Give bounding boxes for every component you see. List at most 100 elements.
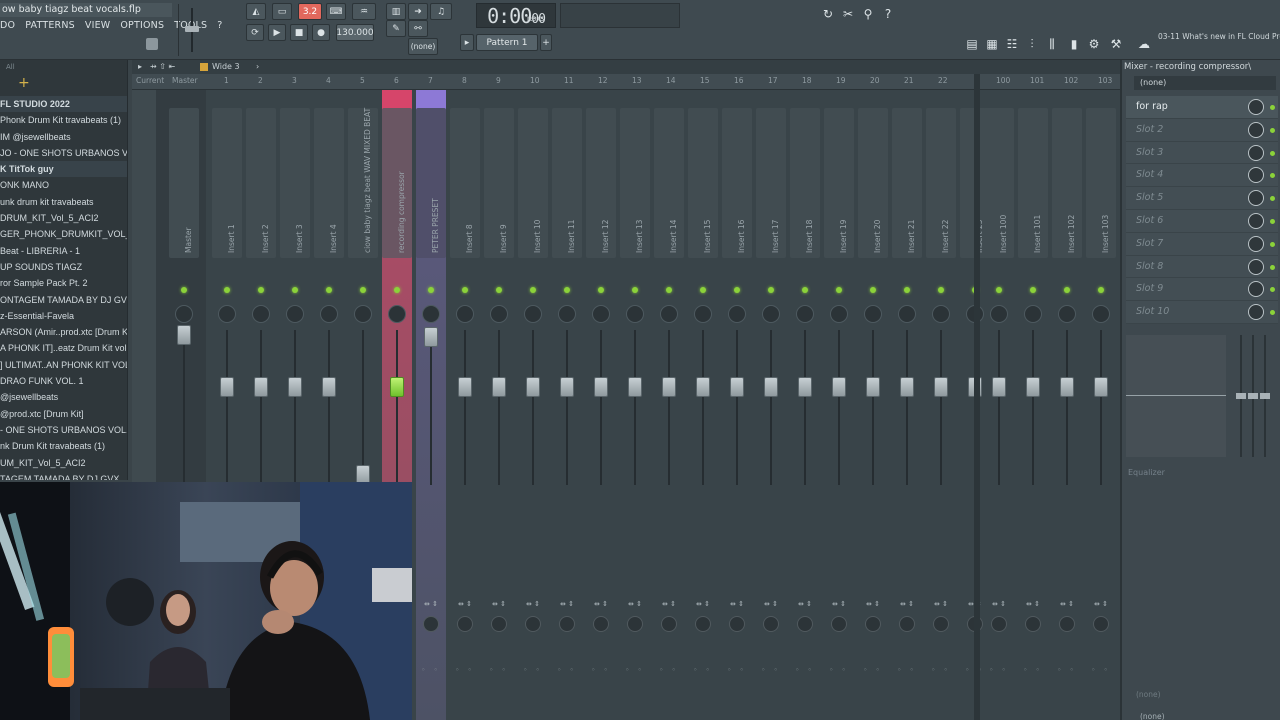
strip-volume-fader[interactable]	[322, 377, 336, 397]
browser-item[interactable]: Phonk Drum Kit travabeats (1)	[0, 112, 127, 128]
browser-item[interactable]: @jsewellbeats	[0, 389, 127, 405]
arrow-right-icon[interactable]: ➜	[408, 3, 428, 20]
menu-options[interactable]: OPTIONS	[120, 18, 164, 33]
ruler-number[interactable]: 1	[224, 76, 229, 85]
browser-item[interactable]: - ONE SHOTS URBANOS VOL. 2	[0, 422, 127, 438]
pencil-icon[interactable]: ✎	[386, 20, 406, 37]
strip-pan-knob[interactable]	[1058, 305, 1076, 323]
ruler-number[interactable]: 16	[734, 76, 744, 85]
strip-mute-led[interactable]	[768, 287, 774, 293]
plugin-icon[interactable]: ⚙	[1084, 34, 1104, 54]
strip-send-knob[interactable]	[627, 616, 643, 632]
strip-stereo-icon[interactable]: ⇹ ⇕	[1054, 600, 1080, 610]
strip-mute-led[interactable]	[996, 287, 1002, 293]
strip-mute-led[interactable]	[360, 287, 366, 293]
strip-stereo-icon[interactable]: ⇹ ⇕	[690, 600, 716, 610]
fx-slot[interactable]: Slot 8	[1126, 255, 1278, 279]
strip-send-knob[interactable]	[1093, 616, 1109, 632]
typing-keyboard-icon[interactable]: ⌨	[326, 3, 346, 20]
fx-slot[interactable]: Slot 6	[1126, 209, 1278, 233]
channel-rack-icon[interactable]: ☷	[1002, 34, 1022, 54]
strip-volume-fader[interactable]	[288, 377, 302, 397]
ruler-number[interactable]: 9	[496, 76, 501, 85]
strip-volume-fader[interactable]	[1060, 377, 1074, 397]
mixer-strip[interactable]: Insert 20 ⇹ ⇕ ◦ ◦	[858, 90, 888, 720]
strip-send-knob[interactable]	[559, 616, 575, 632]
strip-name-box[interactable]: Insert 103	[1086, 108, 1116, 258]
ruler-number[interactable]: 17	[768, 76, 778, 85]
strip-mute-led[interactable]	[1098, 287, 1104, 293]
fx-slot[interactable]: Slot 10	[1126, 301, 1278, 324]
strip-pan-knob[interactable]	[626, 305, 644, 323]
menu-file[interactable]: DO	[0, 18, 15, 33]
browser-item[interactable]: @prod.xtc [Drum Kit]	[0, 406, 127, 422]
mixer-strip[interactable]: Insert 9 ⇹ ⇕ ◦ ◦	[484, 90, 514, 720]
strip-pan-knob[interactable]	[286, 305, 304, 323]
mixer-strip[interactable]: Insert 19 ⇹ ⇕ ◦ ◦	[824, 90, 854, 720]
strip-mute-led[interactable]	[326, 287, 332, 293]
mixer-strip[interactable]: Insert 17 ⇹ ⇕ ◦ ◦	[756, 90, 786, 720]
ruler-number[interactable]: 102	[1064, 76, 1078, 85]
mixer-strip[interactable]: Insert 18 ⇹ ⇕ ◦ ◦	[790, 90, 820, 720]
strip-stereo-icon[interactable]: ⇹ ⇕	[588, 600, 614, 610]
strip-name-box[interactable]: Insert 12	[586, 108, 616, 258]
strip-mute-led[interactable]	[870, 287, 876, 293]
fx-slot-enable-led[interactable]	[1270, 105, 1275, 110]
fx-slot-enable-led[interactable]	[1270, 150, 1275, 156]
strip-stereo-icon[interactable]: ⇹ ⇕	[520, 600, 546, 610]
ruler-number[interactable]: 100	[996, 76, 1010, 85]
strip-name-box[interactable]: Master	[169, 108, 199, 258]
strip-pan-knob[interactable]	[1092, 305, 1110, 323]
record-button[interactable]: ●	[312, 24, 330, 41]
link-icon[interactable]: ⚯	[408, 20, 428, 37]
strip-send-knob[interactable]	[1059, 616, 1075, 632]
strip-pan-knob[interactable]	[864, 305, 882, 323]
mixer-color-swatch[interactable]	[200, 63, 208, 71]
ruler-number[interactable]: 21	[904, 76, 914, 85]
strip-mute-led[interactable]	[1064, 287, 1070, 293]
strip-pan-knob[interactable]	[932, 305, 950, 323]
browser-item[interactable]: FL STUDIO 2022	[0, 96, 127, 113]
browser-item[interactable]: ARSON (Amir..prod.xtc [Drum Kit]	[0, 324, 127, 340]
strip-send-knob[interactable]	[797, 616, 813, 632]
strip-stereo-icon[interactable]: ⇹ ⇕	[554, 600, 580, 610]
browser-item[interactable]: Beat - LIBRERIA - 1	[0, 243, 127, 259]
strip-send-knob[interactable]	[991, 616, 1007, 632]
strip-pan-knob[interactable]	[660, 305, 678, 323]
mixer-strip[interactable]: Insert 12 ⇹ ⇕ ◦ ◦	[586, 90, 616, 720]
strip-mute-led[interactable]	[181, 287, 187, 293]
strip-route-dots[interactable]: ◦ ◦	[725, 666, 749, 674]
strip-stereo-icon[interactable]: ⇹ ⇕	[928, 600, 954, 610]
strip-volume-fader[interactable]	[662, 377, 676, 397]
strip-mute-led[interactable]	[836, 287, 842, 293]
strip-volume-fader[interactable]	[1094, 377, 1108, 397]
ruler-number[interactable]: 2	[258, 76, 263, 85]
browser-item[interactable]: K TitTok guy	[0, 161, 127, 178]
strip-route-dots[interactable]: ◦ ◦	[419, 666, 443, 674]
strip-volume-fader[interactable]	[594, 377, 608, 397]
strip-stereo-icon[interactable]: ⇹ ⇕	[986, 600, 1012, 610]
strip-pan-knob[interactable]	[830, 305, 848, 323]
strip-route-dots[interactable]: ◦ ◦	[453, 666, 477, 674]
strip-stereo-icon[interactable]: ⇹ ⇕	[860, 600, 886, 610]
piano-icon[interactable]: ▥	[386, 3, 406, 20]
mixer-tools-icons[interactable]: ⇸ ⇧ ⇤	[150, 60, 175, 74]
strip-mute-led[interactable]	[258, 287, 264, 293]
fx-slot-mix-knob[interactable]	[1248, 190, 1264, 207]
strip-route-dots[interactable]: ◦ ◦	[589, 666, 613, 674]
playlist-icon[interactable]: ▤	[962, 34, 982, 54]
ruler-number[interactable]: 5	[360, 76, 365, 85]
ruler-number[interactable]: 11	[564, 76, 574, 85]
strip-mute-led[interactable]	[462, 287, 468, 293]
browser-item[interactable]: A PHONK IT]..eatz Drum Kit vol 1	[0, 340, 127, 356]
strip-name-box[interactable]: Insert 13	[620, 108, 650, 258]
mixer-strip[interactable]: Insert 22 ⇹ ⇕ ◦ ◦	[926, 90, 956, 720]
strip-stereo-icon[interactable]: ⇹ ⇕	[486, 600, 512, 610]
strip-stereo-icon[interactable]: ⇹ ⇕	[792, 600, 818, 610]
fx-slot[interactable]: Slot 2	[1126, 118, 1278, 142]
strip-route-dots[interactable]: ◦ ◦	[987, 666, 1011, 674]
strip-mute-led[interactable]	[734, 287, 740, 293]
strip-stereo-icon[interactable]: ⇹ ⇕	[1088, 600, 1114, 610]
fx-slot-enable-led[interactable]	[1270, 241, 1275, 247]
ruler-number[interactable]: 14	[666, 76, 676, 85]
